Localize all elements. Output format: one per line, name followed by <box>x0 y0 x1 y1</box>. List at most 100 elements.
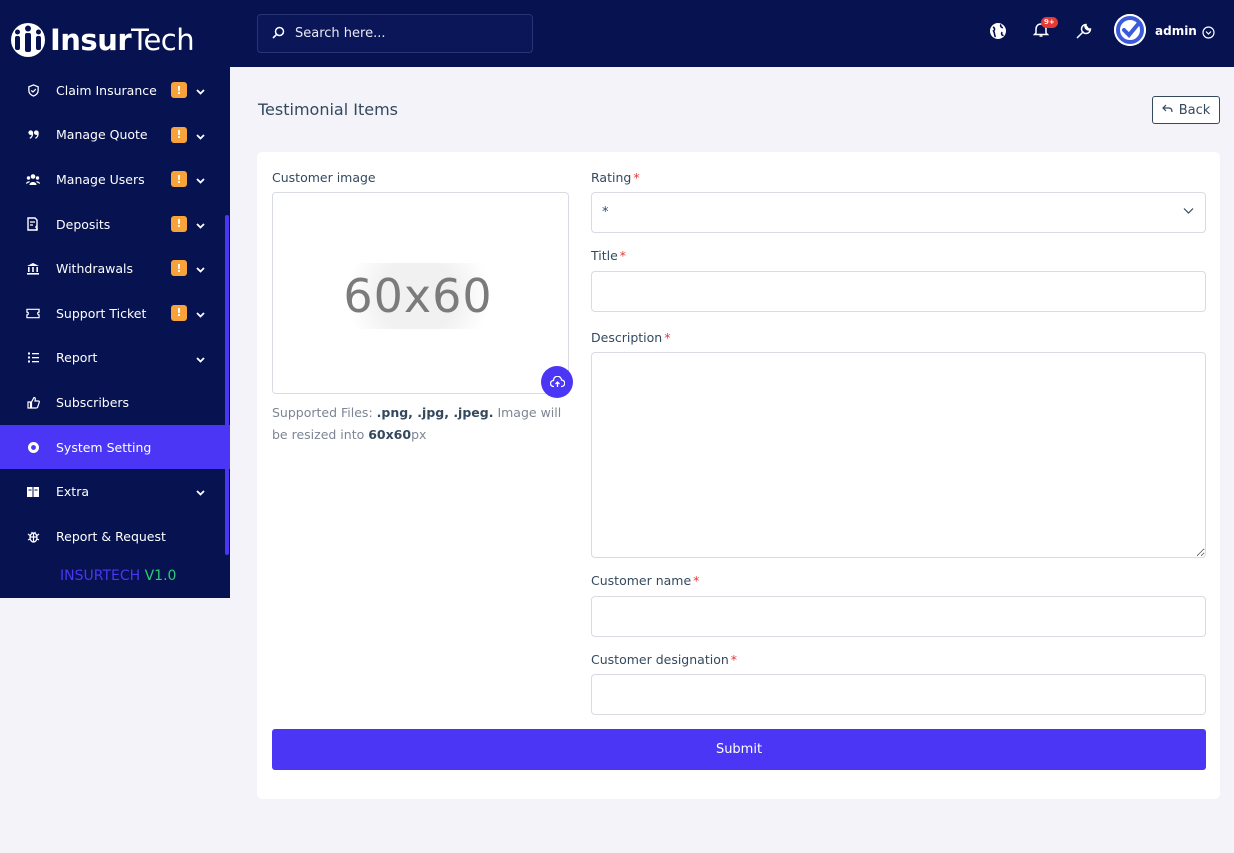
notification-bell[interactable]: 9+ <box>1031 17 1058 41</box>
sidebar-item-label: Claim Insurance <box>56 82 157 98</box>
sidebar-item-label: Support Ticket <box>56 305 147 321</box>
required-asterisk: * <box>693 573 700 588</box>
sidebar-item-label: Deposits <box>56 216 111 232</box>
brand-name-part2: Tech <box>131 23 195 57</box>
help-formats: .png, .jpg, .jpeg. <box>376 405 494 420</box>
alert-badge: ! <box>171 260 187 277</box>
sidebar-item-support-ticket[interactable]: Support Ticket ! <box>0 291 230 336</box>
alert-badge: ! <box>171 304 187 321</box>
settings-icon <box>26 440 40 454</box>
required-asterisk: * <box>633 170 640 185</box>
search-input[interactable] <box>295 26 515 41</box>
shield-icon <box>26 83 40 97</box>
sidebar-item-subscribers[interactable]: Subscribers <box>0 380 230 425</box>
customer-image-label-text: Customer image <box>272 170 376 185</box>
sidebar-item-system-setting[interactable]: System Setting <box>0 424 230 470</box>
customer-designation-label-text: Customer designation <box>591 652 729 667</box>
description-label-text: Description <box>591 330 663 345</box>
search-icon <box>272 24 285 43</box>
svg-text:$: $ <box>34 225 38 231</box>
version-number: V1.0 <box>144 568 177 584</box>
sidebar-item-label: System Setting <box>56 439 152 455</box>
help-size: 60x60 <box>368 427 412 442</box>
customer-name-label: Customer name * <box>591 573 699 588</box>
back-button-label: Back <box>1178 102 1211 118</box>
chevron-down-icon <box>195 353 206 364</box>
sidebar-item-report-request[interactable]: Report & Request <box>0 514 230 559</box>
deposit-icon: $ <box>26 217 40 231</box>
testimonial-form-card: Customer image 60x60 Supported Files: .p… <box>257 152 1220 799</box>
app-version: INSURTECH V1.0 <box>60 568 176 584</box>
sidebar-scrollbar[interactable] <box>225 215 229 555</box>
sidebar-item-report[interactable]: Report <box>0 336 230 381</box>
chevron-down-icon <box>195 486 206 497</box>
chevron-down-icon <box>195 308 206 319</box>
logo-icon <box>10 22 46 58</box>
required-asterisk: * <box>619 248 627 263</box>
required-asterisk: * <box>730 652 738 667</box>
bank-icon <box>26 262 40 276</box>
image-preview: 60x60 <box>272 192 569 394</box>
back-button[interactable]: Back <box>1152 96 1220 124</box>
sidebar-item-label: Report <box>56 350 98 366</box>
upload-image-button[interactable] <box>541 366 573 398</box>
thumbs-up-icon <box>26 395 40 409</box>
username[interactable]: admin <box>1155 24 1197 38</box>
alert-badge: ! <box>171 126 187 143</box>
sidebar-item-label: Manage Users <box>56 171 145 187</box>
sidebar-item-label: Withdrawals <box>56 261 133 277</box>
notification-count-badge: 9+ <box>1041 17 1058 28</box>
sidebar-item-claim-insurance[interactable]: Claim Insurance ! <box>0 68 230 113</box>
alert-badge: ! <box>171 215 187 232</box>
description-textarea[interactable] <box>591 352 1206 558</box>
image-placeholder: 60x60 <box>328 263 508 329</box>
alert-badge: ! <box>171 171 187 188</box>
sidebar-item-manage-users[interactable]: Manage Users ! <box>0 157 230 202</box>
rating-select[interactable]: * <box>591 192 1206 233</box>
chevron-down-icon <box>195 85 206 96</box>
list-icon <box>26 351 40 365</box>
chevron-down-icon <box>195 130 206 141</box>
title-label: Title * <box>591 248 626 263</box>
sidebar-item-label: Manage Quote <box>56 127 148 143</box>
title-input[interactable] <box>591 271 1206 312</box>
top-header: 9+ admin <box>230 0 1234 67</box>
sidebar-item-label: Subscribers <box>56 394 130 410</box>
sidebar-item-withdrawals[interactable]: Withdrawals ! <box>0 246 230 291</box>
help-prefix: Supported Files: <box>272 405 377 420</box>
back-arrow-icon <box>1161 103 1173 118</box>
quote-icon <box>26 128 40 142</box>
sidebar-item-label: Report & Request <box>56 528 166 544</box>
help-suffix: px <box>411 427 427 442</box>
chevron-down-icon <box>195 219 206 230</box>
globe-icon[interactable] <box>988 21 1008 41</box>
customer-designation-label: Customer designation * <box>591 652 737 667</box>
brand-name-part1: Insur <box>50 23 132 57</box>
customer-name-input[interactable] <box>591 596 1206 637</box>
cloud-upload-icon <box>549 373 565 392</box>
chevron-down-icon <box>195 263 206 274</box>
submit-button[interactable]: Submit <box>272 729 1206 770</box>
rating-selected-value: * <box>602 205 609 220</box>
customer-name-label-text: Customer name <box>591 573 692 588</box>
required-asterisk: * <box>664 330 671 345</box>
ticket-icon <box>26 306 40 320</box>
sidebar: InsurTech Claim Insurance ! Manage Quote… <box>0 0 230 598</box>
user-menu-chevron-icon[interactable] <box>1202 24 1215 39</box>
alert-badge: ! <box>171 82 187 98</box>
title-label-text: Title <box>591 248 618 263</box>
chevron-down-icon <box>195 174 206 185</box>
rating-label-text: Rating <box>591 170 632 185</box>
sidebar-item-extra[interactable]: Extra <box>0 469 230 514</box>
tools-wrench-icon[interactable] <box>1073 21 1093 41</box>
bug-icon <box>26 529 40 543</box>
search-box[interactable] <box>257 14 533 53</box>
supported-files-help: Supported Files: .png, .jpg, .jpeg. Imag… <box>272 402 562 446</box>
customer-designation-input[interactable] <box>591 674 1206 715</box>
avatar[interactable] <box>1114 14 1146 46</box>
sidebar-item-manage-quote[interactable]: Manage Quote ! <box>0 113 230 158</box>
extra-icon <box>26 485 40 499</box>
rating-label: Rating * <box>591 170 640 185</box>
customer-image-label: Customer image <box>272 170 376 185</box>
sidebar-item-deposits[interactable]: $ Deposits ! <box>0 202 230 247</box>
